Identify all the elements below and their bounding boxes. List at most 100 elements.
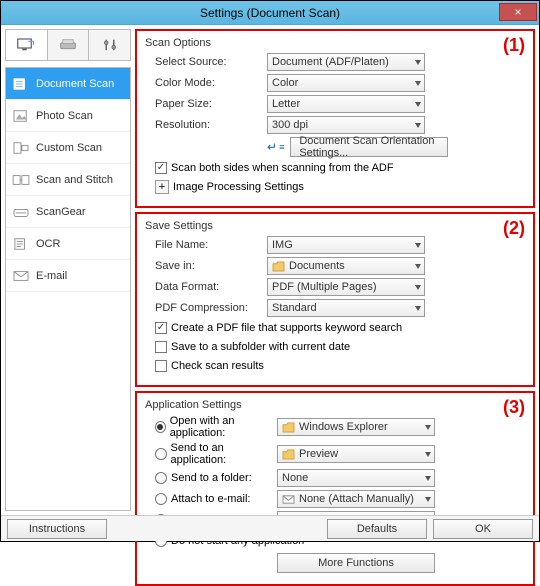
sidebar-item-label: Document Scan bbox=[36, 78, 114, 90]
mode-tab-scan-from-panel[interactable] bbox=[48, 30, 90, 60]
data-format-combo[interactable]: PDF (Multiple Pages) bbox=[267, 278, 425, 296]
orientation-settings-button[interactable]: Document Scan Orientation Settings... bbox=[290, 137, 448, 157]
sidebar-item-label: Scan and Stitch bbox=[36, 174, 113, 186]
sidebar-item-label: E-mail bbox=[36, 270, 67, 282]
right-column: (1) Scan Options Select Source: Document… bbox=[135, 29, 535, 511]
application-settings-title: Application Settings bbox=[145, 399, 525, 411]
panel-save-settings: (2) Save Settings File Name: IMG Save in… bbox=[135, 212, 535, 387]
panel-number-2: (2) bbox=[503, 218, 525, 239]
mail-icon bbox=[282, 494, 295, 505]
color-mode-label: Color Mode: bbox=[145, 77, 267, 89]
open-with-app-radio[interactable] bbox=[155, 421, 166, 433]
photo-scan-icon bbox=[12, 109, 30, 123]
ok-label: OK bbox=[475, 523, 491, 535]
send-to-folder-radio[interactable] bbox=[155, 472, 167, 484]
save-in-value: Documents bbox=[289, 260, 345, 272]
scan-both-sides-label: Scan both sides when scanning from the A… bbox=[171, 162, 394, 174]
pdf-compression-label: PDF Compression: bbox=[145, 302, 267, 314]
select-source-value: Document (ADF/Platen) bbox=[272, 56, 389, 68]
pdf-compression-value: Standard bbox=[272, 302, 317, 314]
resolution-value: 300 dpi bbox=[272, 119, 308, 131]
image-processing-label: Image Processing Settings bbox=[173, 181, 304, 193]
send-to-app-value: Preview bbox=[299, 448, 338, 460]
mode-tab-scan-from-computer[interactable] bbox=[6, 30, 48, 60]
scan-options-title: Scan Options bbox=[145, 37, 525, 49]
resolution-combo[interactable]: 300 dpi bbox=[267, 116, 425, 134]
data-format-label: Data Format: bbox=[145, 281, 267, 293]
send-to-app-radio[interactable] bbox=[155, 448, 167, 460]
check-results-label: Check scan results bbox=[171, 360, 264, 372]
orientation-settings-label: Document Scan Orientation Settings... bbox=[299, 135, 439, 159]
swap-orientation-icon[interactable]: ↵≡ bbox=[267, 140, 284, 154]
sidebar-item-photo-scan[interactable]: Photo Scan bbox=[6, 100, 130, 132]
image-processing-expand[interactable]: + bbox=[155, 180, 169, 194]
stitch-icon bbox=[12, 173, 30, 187]
defaults-button[interactable]: Defaults bbox=[327, 519, 427, 539]
color-mode-combo[interactable]: Color bbox=[267, 74, 425, 92]
folder-icon bbox=[282, 449, 295, 460]
sidebar: Document Scan Photo Scan Custom Scan Sca… bbox=[5, 67, 131, 511]
sidebar-item-email[interactable]: E-mail bbox=[6, 260, 130, 292]
sliders-icon bbox=[101, 37, 119, 53]
sidebar-item-ocr[interactable]: OCR bbox=[6, 228, 130, 260]
close-button[interactable]: × bbox=[499, 3, 537, 21]
attach-email-value: None (Attach Manually) bbox=[299, 493, 414, 505]
send-to-app-combo[interactable]: Preview bbox=[277, 445, 435, 463]
send-to-folder-label: Send to a folder: bbox=[171, 472, 252, 484]
check-results-checkbox[interactable] bbox=[155, 360, 167, 372]
open-with-app-label: Open with an application: bbox=[170, 415, 277, 439]
footer: Instructions Defaults OK bbox=[1, 515, 539, 541]
instructions-button[interactable]: Instructions bbox=[7, 519, 107, 539]
send-to-folder-combo[interactable]: None bbox=[277, 469, 435, 487]
file-name-label: File Name: bbox=[145, 239, 267, 251]
sidebar-item-document-scan[interactable]: Document Scan bbox=[6, 68, 130, 100]
save-subfolder-label: Save to a subfolder with current date bbox=[171, 341, 350, 353]
paper-size-value: Letter bbox=[272, 98, 300, 110]
attach-email-label: Attach to e-mail: bbox=[171, 493, 250, 505]
paper-size-label: Paper Size: bbox=[145, 98, 267, 110]
close-icon: × bbox=[514, 5, 521, 19]
monitor-scan-icon bbox=[17, 37, 35, 53]
paper-size-combo[interactable]: Letter bbox=[267, 95, 425, 113]
ok-button[interactable]: OK bbox=[433, 519, 533, 539]
sidebar-item-label: OCR bbox=[36, 238, 60, 250]
pdf-keyword-checkbox[interactable] bbox=[155, 322, 167, 334]
pdf-keyword-label: Create a PDF file that supports keyword … bbox=[171, 322, 402, 334]
attach-email-radio[interactable] bbox=[155, 493, 167, 505]
sidebar-item-custom-scan[interactable]: Custom Scan bbox=[6, 132, 130, 164]
open-with-app-combo[interactable]: Windows Explorer bbox=[277, 418, 435, 436]
defaults-label: Defaults bbox=[357, 523, 397, 535]
color-mode-value: Color bbox=[272, 77, 298, 89]
select-source-combo[interactable]: Document (ADF/Platen) bbox=[267, 53, 425, 71]
panel-number-3: (3) bbox=[503, 397, 525, 418]
left-column: Document Scan Photo Scan Custom Scan Sca… bbox=[5, 29, 131, 511]
sidebar-item-scangear[interactable]: ScanGear bbox=[6, 196, 130, 228]
save-settings-title: Save Settings bbox=[145, 220, 525, 232]
file-name-value: IMG bbox=[272, 239, 293, 251]
sidebar-item-scan-stitch[interactable]: Scan and Stitch bbox=[6, 164, 130, 196]
pdf-compression-combo[interactable]: Standard bbox=[267, 299, 425, 317]
file-name-combo[interactable]: IMG bbox=[267, 236, 425, 254]
save-in-label: Save in: bbox=[145, 260, 267, 272]
scangear-icon bbox=[12, 205, 30, 219]
attach-email-combo[interactable]: None (Attach Manually) bbox=[277, 490, 435, 508]
scan-both-sides-checkbox[interactable] bbox=[155, 162, 167, 174]
save-in-combo[interactable]: Documents bbox=[267, 257, 425, 275]
sidebar-item-label: Custom Scan bbox=[36, 142, 102, 154]
select-source-label: Select Source: bbox=[145, 56, 267, 68]
save-subfolder-checkbox[interactable] bbox=[155, 341, 167, 353]
sidebar-item-label: ScanGear bbox=[36, 206, 86, 218]
mode-tab-general[interactable] bbox=[89, 30, 130, 60]
ocr-icon bbox=[12, 237, 30, 251]
instructions-label: Instructions bbox=[29, 523, 85, 535]
more-functions-button[interactable]: More Functions bbox=[277, 553, 435, 573]
custom-scan-icon bbox=[12, 141, 30, 155]
open-with-app-value: Windows Explorer bbox=[299, 421, 388, 433]
mode-tabs bbox=[5, 29, 131, 61]
panel-number-1: (1) bbox=[503, 35, 525, 56]
scanner-icon bbox=[59, 37, 77, 53]
folder-icon bbox=[272, 261, 285, 272]
data-format-value: PDF (Multiple Pages) bbox=[272, 281, 377, 293]
resolution-label: Resolution: bbox=[145, 119, 267, 131]
more-functions-label: More Functions bbox=[318, 557, 394, 569]
